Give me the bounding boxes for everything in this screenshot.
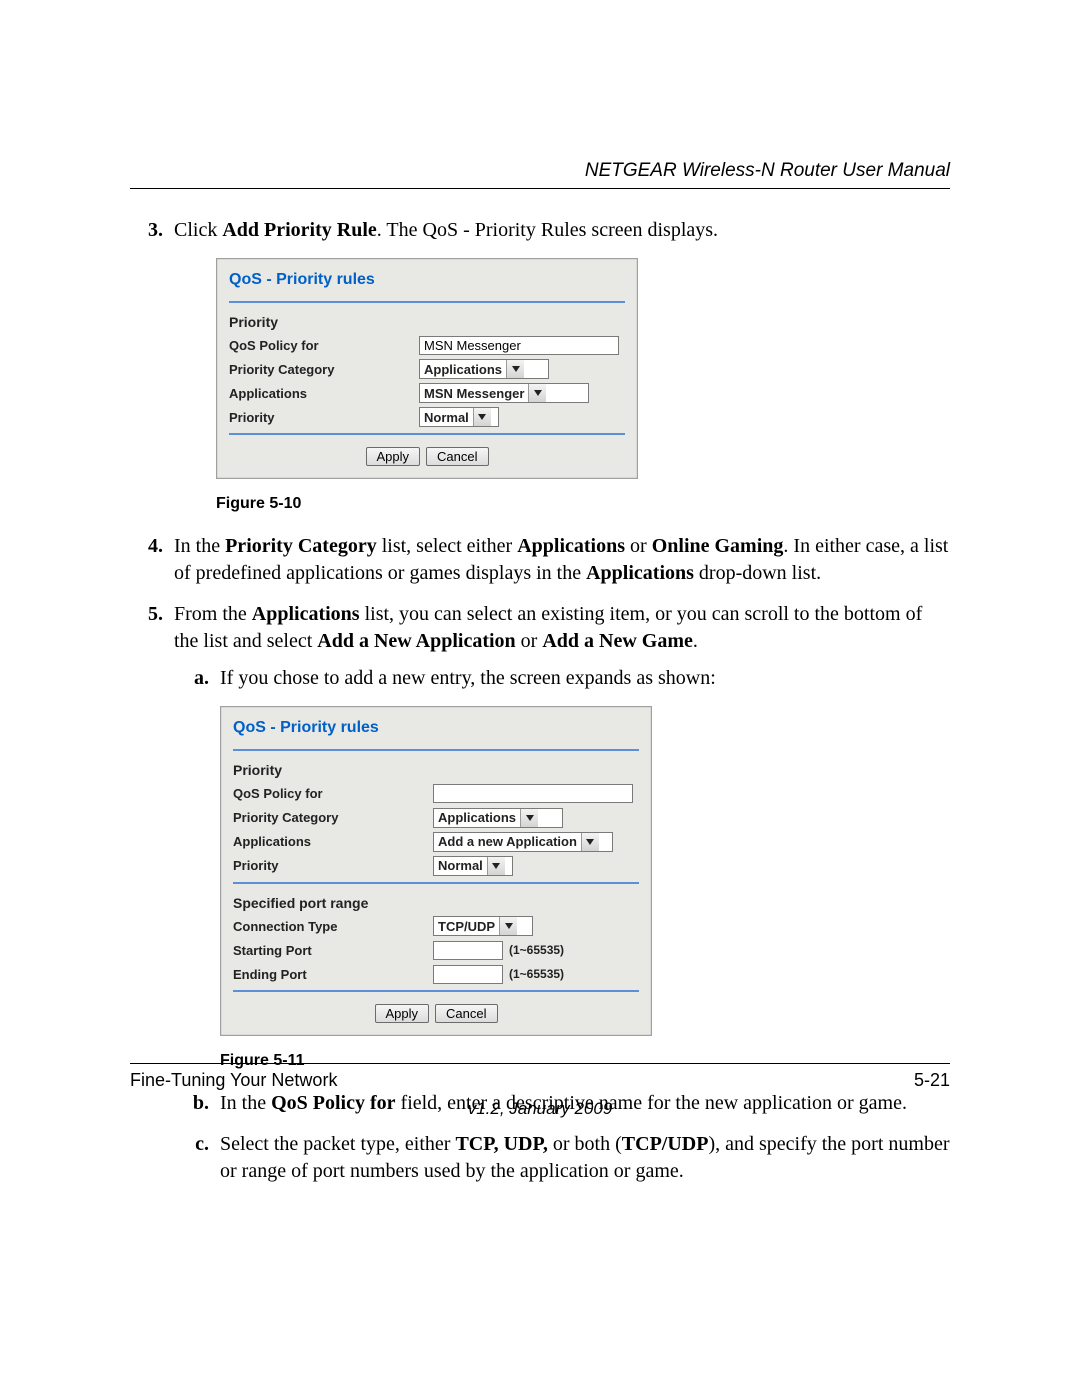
chevron-down-icon <box>473 408 491 426</box>
panel1-title: QoS - Priority rules <box>217 259 637 297</box>
panel2-sec-port: Specified port range <box>221 886 651 915</box>
panel2-input-ending-port[interactable] <box>433 965 503 984</box>
step-5a: If you chose to add a new entry, the scr… <box>214 665 950 1072</box>
panel1-input-policy[interactable] <box>419 336 619 355</box>
panel2-hr-bottom <box>233 990 639 992</box>
step3-bold-1: Add Priority Rule <box>222 219 376 241</box>
figure-5-10-caption: Figure 5-10 <box>216 493 950 515</box>
panel1-dd-category-text: Applications <box>420 361 506 379</box>
panel2-cancel-button[interactable]: Cancel <box>435 1004 497 1023</box>
panel2-apply-button[interactable]: Apply <box>375 1004 430 1023</box>
footer-version: v1.2, January 2009 <box>130 1099 950 1119</box>
panel1-sec-priority: Priority <box>217 305 637 334</box>
panel1-dd-category[interactable]: Applications <box>419 359 549 379</box>
chevron-down-icon <box>499 917 517 935</box>
panel2-title: QoS - Priority rules <box>221 707 651 745</box>
panel2-dd-priority[interactable]: Normal <box>433 856 513 876</box>
panel2-hr-mid <box>233 882 639 884</box>
panel1-hr-top <box>229 301 625 303</box>
panel2-dd-connection-type[interactable]: TCP/UDP <box>433 916 533 936</box>
step-4: In the Priority Category list, select ei… <box>168 533 950 587</box>
panel2-start-hint: (1~65535) <box>509 942 564 958</box>
header-rule <box>130 188 950 189</box>
panel1-dd-priority[interactable]: Normal <box>419 407 499 427</box>
panel2-dd-category[interactable]: Applications <box>433 808 563 828</box>
panel2-dd-applications[interactable]: Add a new Application <box>433 832 613 852</box>
step-3: Click Add Priority Rule. The QoS - Prior… <box>168 217 950 515</box>
chevron-down-icon <box>487 857 505 875</box>
panel1-lbl-cat: Priority Category <box>229 361 419 379</box>
step3-text-b: . The QoS - Priority Rules screen displa… <box>377 219 718 241</box>
panel1-hr-bottom <box>229 433 625 435</box>
footer-section: Fine-Tuning Your Network <box>130 1070 337 1091</box>
panel1-cancel-button[interactable]: Cancel <box>426 447 488 466</box>
panel1-apply-button[interactable]: Apply <box>366 447 421 466</box>
qos-panel-1: QoS - Priority rules Priority QoS Policy… <box>216 258 638 479</box>
panel2-lbl-policy: QoS Policy for <box>233 785 433 803</box>
panel2-hr-top <box>233 749 639 751</box>
panel2-lbl-conn: Connection Type <box>233 918 433 936</box>
chevron-down-icon <box>528 384 546 402</box>
panel2-lbl-start: Starting Port <box>233 942 433 960</box>
panel1-lbl-priority: Priority <box>229 409 419 427</box>
doc-header-title: NETGEAR Wireless-N Router User Manual <box>130 160 950 188</box>
panel2-lbl-priority: Priority <box>233 857 433 875</box>
panel2-input-starting-port[interactable] <box>433 941 503 960</box>
panel1-dd-priority-text: Normal <box>420 409 473 427</box>
panel1-lbl-policy: QoS Policy for <box>229 337 419 355</box>
chevron-down-icon <box>581 833 599 851</box>
panel2-input-policy[interactable] <box>433 784 633 803</box>
panel2-lbl-apps: Applications <box>233 833 433 851</box>
panel1-lbl-apps: Applications <box>229 385 419 403</box>
footer-page-number: 5-21 <box>914 1070 950 1091</box>
step3-text-a: Click <box>174 219 222 241</box>
panel2-sec-priority: Priority <box>221 753 651 782</box>
chevron-down-icon <box>520 809 538 827</box>
panel1-dd-applications[interactable]: MSN Messenger <box>419 383 589 403</box>
panel2-end-hint: (1~65535) <box>509 966 564 982</box>
chevron-down-icon <box>506 360 524 378</box>
step-5c: Select the packet type, either TCP, UDP,… <box>214 1131 950 1185</box>
panel1-dd-applications-text: MSN Messenger <box>420 385 528 403</box>
panel2-lbl-end: Ending Port <box>233 966 433 984</box>
qos-panel-2: QoS - Priority rules Priority QoS Policy… <box>220 706 652 1036</box>
panel2-lbl-cat: Priority Category <box>233 809 433 827</box>
